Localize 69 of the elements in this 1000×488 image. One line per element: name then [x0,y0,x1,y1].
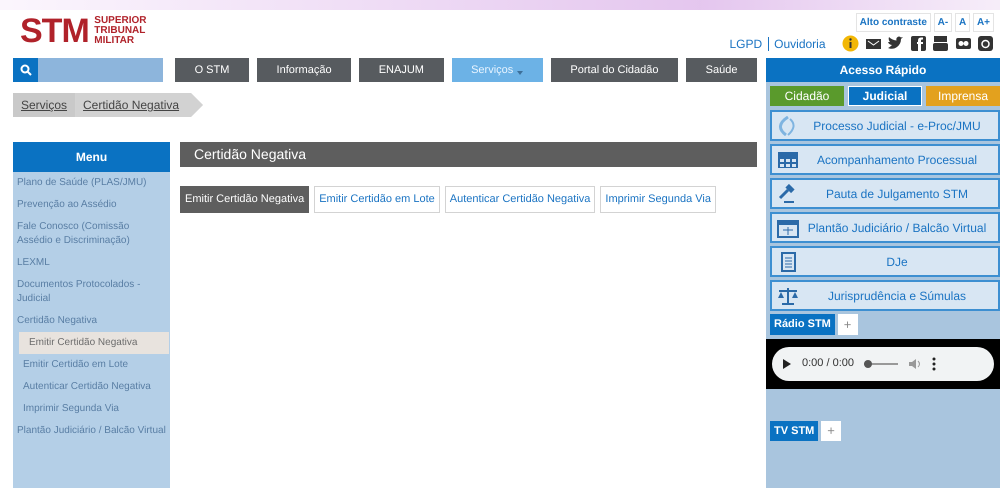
quick-link[interactable]: Pauta de Julgamento STM [770,178,1000,209]
scales-icon [776,286,800,306]
volume-icon[interactable] [908,358,922,370]
tab[interactable]: Emitir Certidão em Lote [314,186,440,212]
menu-item[interactable]: Plantão Judiciário / Balcão Virtual [13,420,170,442]
section-title: Certidão Negativa [180,142,757,167]
time-display: 0:00 / 0:00 [802,356,854,372]
nav-item[interactable]: Informação [256,58,352,82]
expand-button[interactable]: + [821,420,842,441]
nav-item[interactable]: Portal do Cidadão [550,58,678,82]
quick-link[interactable]: Processo Judicial - e-Proc/JMU [770,110,1000,141]
nav-item[interactable]: Saúde [686,58,758,82]
menu-item[interactable]: Plano de Saúde (PLAS/JMU) [13,172,170,194]
header-link[interactable]: LGPD [729,34,762,53]
letter-f-icon[interactable] [910,35,926,52]
submenu-item[interactable]: Imprimir Segunda Via [13,398,170,420]
accessibility-button[interactable]: A [954,13,970,32]
tab[interactable]: Imprimir Segunda Via [600,186,716,212]
panel-title: Acesso Rápido [766,58,1000,82]
tab[interactable]: Autenticar Certidão Negativa [444,186,596,212]
accessibility-button[interactable]: Alto contraste [856,13,931,32]
play-icon[interactable] [782,358,792,370]
menu-item[interactable]: Prevenção ao Assédio [13,194,170,216]
tab[interactable]: Emitir Certidão Negativa [180,186,310,212]
breadcrumb-link[interactable]: Serviços [13,93,76,117]
accessibility-button[interactable]: A- [934,13,952,32]
link-label: Pauta de Julgamento STM [824,186,970,202]
more-icon[interactable] [932,356,936,370]
submenu-item[interactable]: Autenticar Certidão Negativa [13,376,170,398]
radio-tab[interactable]: Rádio STM [770,314,835,334]
menu-title: Menu [13,142,170,172]
logo-text: MILITAR [94,36,136,46]
submenu-item[interactable]: Emitir Certidão Negativa [19,332,169,354]
tv-tab[interactable]: TV STM [770,420,818,441]
link-label: Plantão Judiciário / Balcão Virtual [806,220,988,236]
video-icon[interactable] [932,35,949,52]
tab[interactable]: Imprensa [926,86,1000,106]
search-icon [20,64,32,76]
quick-link[interactable]: Plantão Judiciário / Balcão Virtual [770,212,1000,243]
calculator-icon [776,150,800,170]
menu-item[interactable]: Fale Conosco (Comissão Assédio e Discriminação) [13,216,170,252]
link-label: Acompanhamento Processual [816,152,978,168]
header-link[interactable]: Ouvidoria [774,34,826,53]
quick-link[interactable]: Acompanhamento Processual [770,144,1000,175]
menu-item[interactable]: Documentos Protocolados - Judicial [13,274,170,310]
logo-text: SUPERIOR [94,16,147,26]
tab[interactable]: Judicial [848,86,922,106]
nav-item[interactable]: ENAJUM [359,58,444,82]
tab[interactable]: Cidadão [770,86,844,106]
logo-mark: STM [20,14,89,48]
submenu-item[interactable]: Emitir Certidão em Lote [13,354,170,376]
quick-link[interactable]: DJe [770,246,1000,277]
nav-item[interactable]: O STM [175,58,249,82]
link-label: DJe [885,254,909,270]
search-button[interactable] [13,58,38,82]
breadcrumb-link[interactable]: Certidão Negativa [75,93,204,117]
link-label: Processo Judicial - e-Proc/JMU [812,118,982,134]
expand-button[interactable]: + [838,314,858,334]
menu-item[interactable]: LEXML [13,252,170,274]
slider-thumb[interactable] [864,360,872,368]
logo-text: TRIBUNAL [94,26,146,36]
calendar-icon [776,218,800,238]
accessibility-button[interactable]: A+ [972,13,994,32]
quick-link[interactable]: Jurisprudência e Súmulas [770,280,1000,311]
info-icon[interactable] [842,35,859,52]
search-field[interactable] [13,58,163,82]
link-label: Jurisprudência e Súmulas [826,288,968,304]
camera-icon[interactable] [977,35,994,52]
menu-item[interactable]: Certidão Negativa [13,310,170,332]
